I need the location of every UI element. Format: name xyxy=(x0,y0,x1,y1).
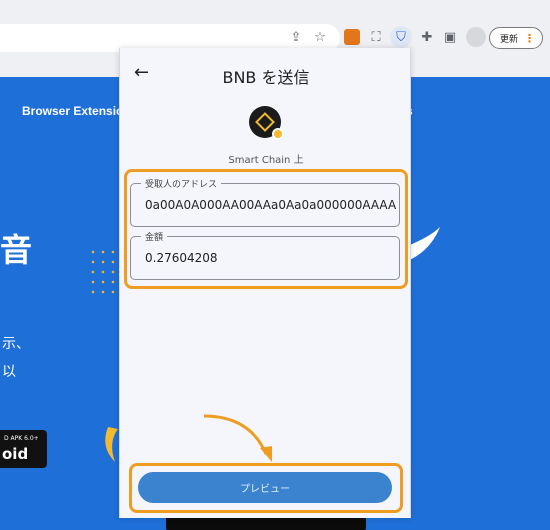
extensions-puzzle-icon[interactable]: ✚ xyxy=(418,28,436,46)
gold-crescent-shape xyxy=(105,427,118,462)
orange-arrow-icon xyxy=(203,414,272,462)
popup-title: BNB を送信 xyxy=(222,68,310,87)
shield-extension-icon[interactable]: ⛉ xyxy=(390,26,412,48)
update-button[interactable]: 更新 ⋮ xyxy=(489,27,543,49)
share-icon[interactable]: ⇪ xyxy=(287,28,305,46)
metamask-fox-icon[interactable] xyxy=(344,29,360,45)
menu-kebab-icon: ⋮ xyxy=(524,31,536,45)
chain-label: Smart Chain 上 xyxy=(228,155,304,166)
profile-avatar[interactable] xyxy=(466,27,486,47)
form-highlight-box xyxy=(124,169,408,289)
side-panel-icon[interactable]: ▣ xyxy=(441,28,459,46)
bnb-logo-mark xyxy=(255,112,275,132)
bookmark-star-icon[interactable]: ☆ xyxy=(311,28,329,46)
button-highlight-box xyxy=(129,463,403,513)
screenshot-icon[interactable]: ⛶ xyxy=(367,28,385,46)
bnb-coin-icon xyxy=(249,106,284,140)
update-label: 更新 xyxy=(500,34,519,45)
chain-badge-icon xyxy=(272,128,284,140)
